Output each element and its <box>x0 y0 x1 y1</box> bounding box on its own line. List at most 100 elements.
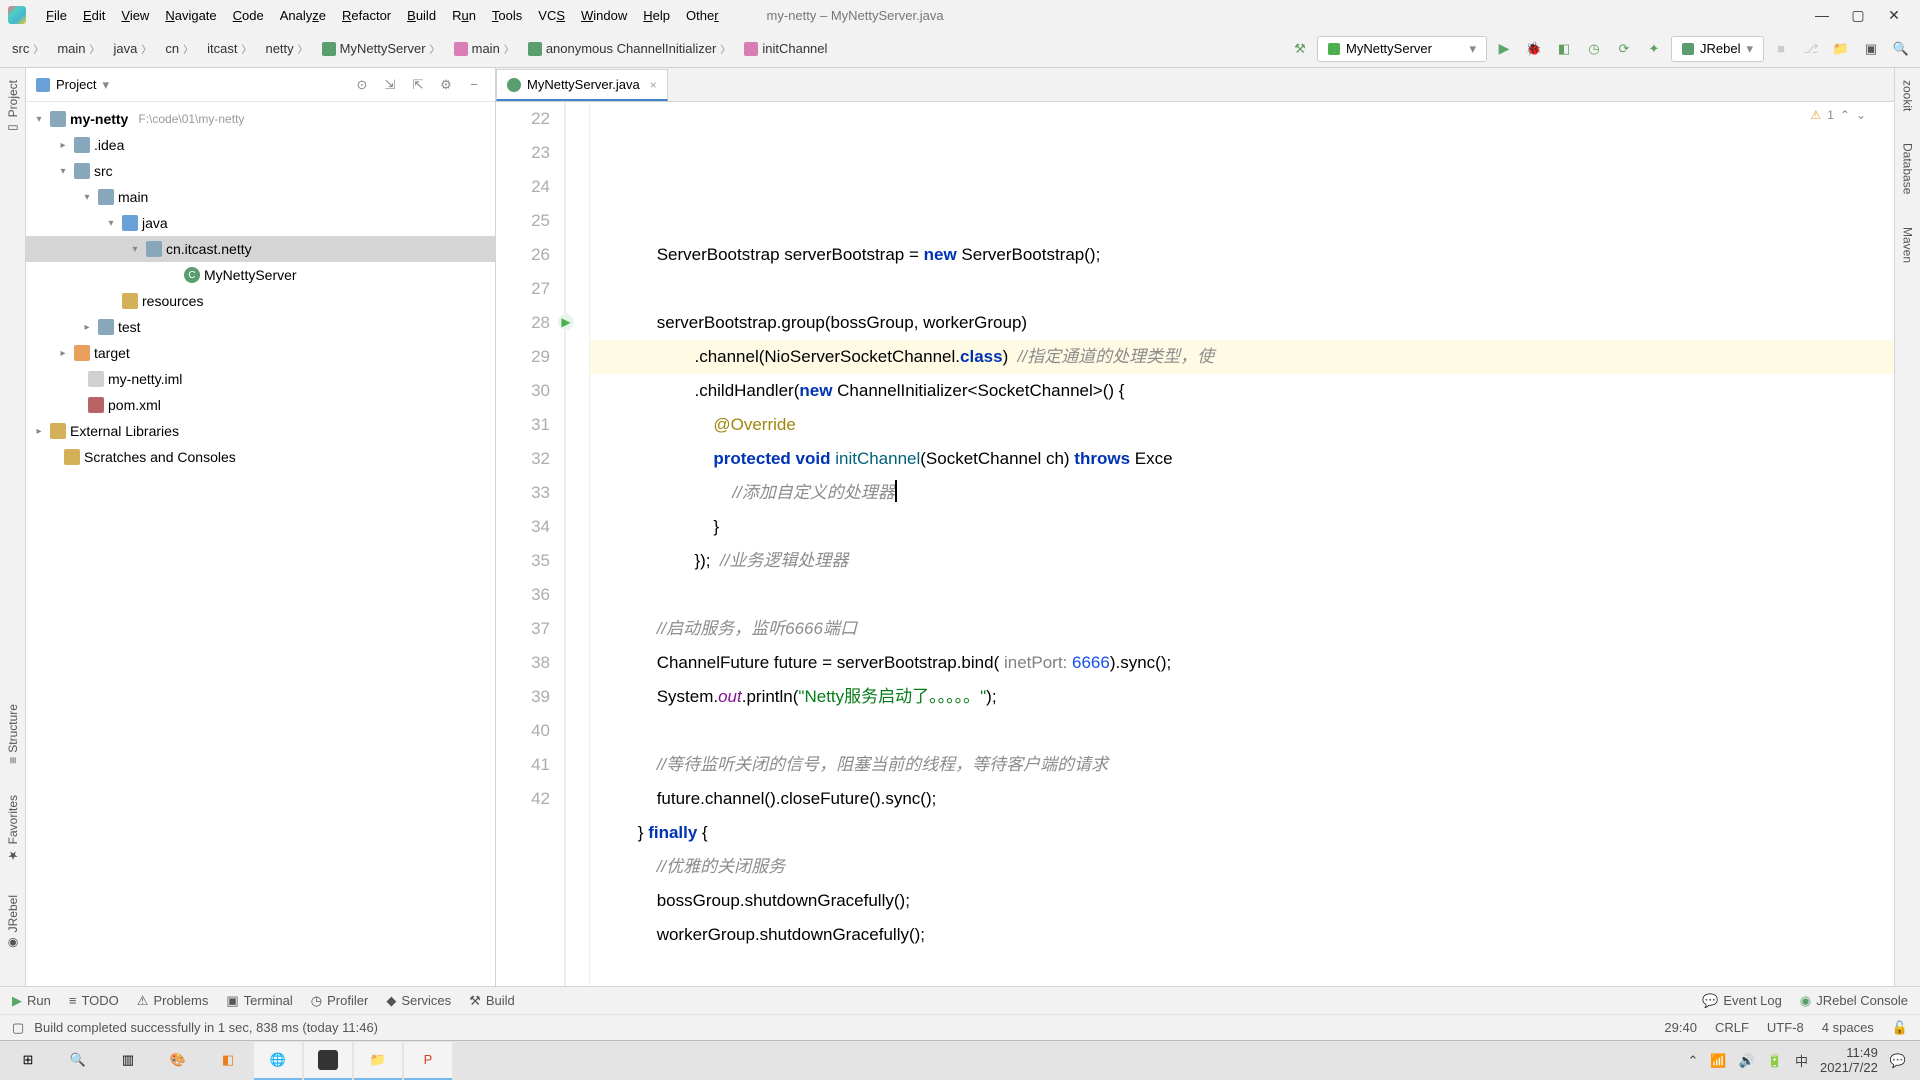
right-tab-zookit[interactable]: zookit <box>1899 74 1917 117</box>
close-tab-icon[interactable]: × <box>650 78 657 92</box>
locate-button[interactable]: ⊙ <box>351 74 373 96</box>
debug-button[interactable]: 🐞 <box>1521 36 1547 62</box>
menu-window[interactable]: Window <box>573 4 635 27</box>
menu-help[interactable]: Help <box>635 4 678 27</box>
tree-row-iml[interactable]: my-netty.iml <box>26 366 495 392</box>
tree-row-test[interactable]: ▸test <box>26 314 495 340</box>
crumb-main[interactable]: main〉 <box>51 38 105 59</box>
tool-windows-icon[interactable]: ▢ <box>12 1020 24 1036</box>
crumb-class[interactable]: MyNettyServer〉 <box>316 38 446 59</box>
tree-row-package[interactable]: ▾cn.itcast.netty <box>26 236 495 262</box>
tree-row-pom[interactable]: pom.xml <box>26 392 495 418</box>
notifications-icon[interactable]: 💬 <box>1890 1053 1906 1069</box>
tree-row-scratches[interactable]: Scratches and Consoles <box>26 444 495 470</box>
status-line-sep[interactable]: CRLF <box>1715 1020 1749 1035</box>
crumb-anon[interactable]: anonymous ChannelInitializer〉 <box>522 38 737 59</box>
wifi-icon[interactable]: 📶 <box>1710 1053 1726 1069</box>
menu-tools[interactable]: Tools <box>484 4 530 27</box>
tab-mynettyserver[interactable]: MyNettyServer.java × <box>496 69 668 101</box>
bottom-eventlog[interactable]: 💬Event Log <box>1702 993 1782 1009</box>
menu-analyze[interactable]: Analyze <box>272 4 334 27</box>
crumb-method-main[interactable]: main〉 <box>448 38 520 59</box>
tree-row-resources[interactable]: resources <box>26 288 495 314</box>
menu-view[interactable]: View <box>113 4 157 27</box>
ime-icon[interactable]: 中 <box>1795 1051 1808 1070</box>
tree-row-root[interactable]: ▾my-nettyF:\code\01\my-netty <box>26 106 495 132</box>
menu-other[interactable]: Other <box>678 4 727 27</box>
tray-chevron-icon[interactable]: ⌃ <box>1687 1053 1698 1069</box>
menu-edit[interactable]: Edit <box>75 4 113 27</box>
app-intellij[interactable] <box>304 1042 352 1080</box>
menu-run[interactable]: Run <box>444 4 484 27</box>
layout-button[interactable]: ▣ <box>1858 36 1884 62</box>
bottom-build[interactable]: ⚒Build <box>469 993 515 1009</box>
menu-navigate[interactable]: Navigate <box>157 4 224 27</box>
bottom-terminal[interactable]: ▣Terminal <box>226 993 292 1009</box>
stop-button[interactable]: ■ <box>1768 36 1794 62</box>
lock-icon[interactable]: 🔓 <box>1892 1020 1908 1036</box>
crumb-src[interactable]: src〉 <box>6 38 49 59</box>
status-caret-pos[interactable]: 29:40 <box>1664 1020 1697 1035</box>
build-hammer-icon[interactable]: ⚒ <box>1287 36 1313 62</box>
coverage-button[interactable]: ◧ <box>1551 36 1577 62</box>
bottom-profiler[interactable]: ◷Profiler <box>311 993 369 1009</box>
left-tab-project[interactable]: ▭ Project <box>4 74 22 141</box>
chevron-down-icon[interactable]: ▾ <box>102 77 109 93</box>
taskview-button[interactable]: ▥ <box>104 1042 152 1080</box>
line-gutter[interactable]: 2223242526272829303132333435363738394041… <box>496 102 566 986</box>
project-tree[interactable]: ▾my-nettyF:\code\01\my-netty ▸.idea ▾src… <box>26 102 495 986</box>
tree-row-class[interactable]: CMyNettyServer <box>26 262 495 288</box>
run-button[interactable]: ▶ <box>1491 36 1517 62</box>
system-tray[interactable]: ⌃ 📶 🔊 🔋 中 11:492021/7/22 💬 <box>1687 1046 1916 1075</box>
crumb-initchannel[interactable]: initChannel <box>738 38 833 59</box>
status-encoding[interactable]: UTF-8 <box>1767 1020 1804 1035</box>
menu-vcs[interactable]: VCS <box>530 4 573 27</box>
search-button[interactable]: 🔍 <box>54 1042 102 1080</box>
crumb-itcast[interactable]: itcast〉 <box>201 38 257 59</box>
app-editor[interactable]: ◧ <box>204 1042 252 1080</box>
bottom-services[interactable]: ◆Services <box>386 993 451 1009</box>
tree-row-target[interactable]: ▸target <box>26 340 495 366</box>
menu-code[interactable]: Code <box>225 4 272 27</box>
tree-row-java[interactable]: ▾java <box>26 210 495 236</box>
tree-row-main[interactable]: ▾main <box>26 184 495 210</box>
app-paint[interactable]: 🎨 <box>154 1042 202 1080</box>
run-config-select[interactable]: MyNettyServer ▾ <box>1317 36 1487 62</box>
collapse-button[interactable]: ⇱ <box>407 74 429 96</box>
menu-build[interactable]: Build <box>399 4 444 27</box>
code-content[interactable]: 💡 ServerBootstrap serverBootstrap = new … <box>590 102 1894 986</box>
profile-button[interactable]: ◷ <box>1581 36 1607 62</box>
hide-button[interactable]: − <box>463 74 485 96</box>
bottom-todo[interactable]: ≡TODO <box>69 993 119 1008</box>
close-button[interactable]: ✕ <box>1876 1 1912 29</box>
app-explorer[interactable]: 📁 <box>354 1042 402 1080</box>
menu-file[interactable]: File <box>38 4 75 27</box>
fold-gutter[interactable] <box>566 102 590 986</box>
status-indent[interactable]: 4 spaces <box>1822 1020 1874 1035</box>
bottom-jrebel-console[interactable]: ◉JRebel Console <box>1800 993 1908 1009</box>
tree-row-src[interactable]: ▾src <box>26 158 495 184</box>
search-button[interactable]: 🔍 <box>1888 36 1914 62</box>
battery-icon[interactable]: 🔋 <box>1767 1053 1783 1069</box>
bottom-run[interactable]: ▶Run <box>12 993 51 1009</box>
jrebel-run-button[interactable]: ⟳ <box>1611 36 1637 62</box>
left-tab-structure[interactable]: ≡ Structure <box>4 698 22 770</box>
left-tab-jrebel[interactable]: ◉ JRebel <box>4 889 22 956</box>
right-tab-maven[interactable]: Maven <box>1899 221 1917 269</box>
crumb-java[interactable]: java〉 <box>108 38 158 59</box>
left-tab-favorites[interactable]: ★ Favorites <box>4 789 22 868</box>
app-powerpoint[interactable]: P <box>404 1042 452 1080</box>
crumb-netty[interactable]: netty〉 <box>259 38 313 59</box>
bottom-problems[interactable]: ⚠Problems <box>137 993 209 1009</box>
expand-button[interactable]: ⇲ <box>379 74 401 96</box>
folder-button[interactable]: 📁 <box>1828 36 1854 62</box>
maximize-button[interactable]: ▢ <box>1840 1 1876 29</box>
tree-row-idea[interactable]: ▸.idea <box>26 132 495 158</box>
start-button[interactable]: ⊞ <box>4 1042 52 1080</box>
jrebel-dropdown[interactable]: JRebel ▾ <box>1671 36 1764 62</box>
git-button[interactable]: ⎇ <box>1798 36 1824 62</box>
minimize-button[interactable]: — <box>1804 1 1840 29</box>
right-tab-database[interactable]: Database <box>1899 137 1917 200</box>
volume-icon[interactable]: 🔊 <box>1739 1053 1755 1069</box>
code-editor[interactable]: ⚠ 1 ⌃ ⌄ 22232425262728293031323334353637… <box>496 102 1894 986</box>
